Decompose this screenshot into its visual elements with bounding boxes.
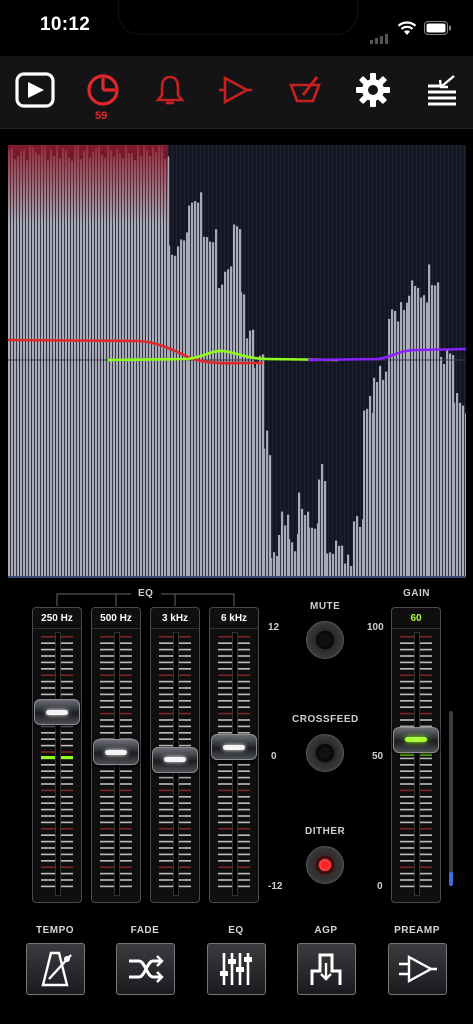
eq-bracket (56, 593, 235, 606)
metronome-icon (40, 951, 72, 987)
mute-label: MUTE (310, 601, 341, 612)
spectrum-analyzer (8, 145, 466, 578)
settings-button[interactable] (351, 68, 395, 112)
output-icon (219, 75, 252, 105)
notch (118, 0, 358, 35)
effects-button[interactable] (283, 68, 327, 112)
output-button[interactable] (213, 68, 257, 112)
crossfade-icon (128, 955, 164, 983)
gain-knob[interactable] (393, 726, 439, 753)
gain-fader[interactable]: 60 (391, 607, 441, 903)
queue-button[interactable] (419, 68, 463, 112)
eq-curve (307, 347, 466, 362)
eq-band-label: 6 kHz (210, 608, 258, 629)
gain-scale-top: 100 (367, 622, 384, 633)
mute-led (319, 634, 331, 646)
eq-rail (55, 632, 61, 896)
queue-icon (428, 75, 456, 106)
crossfeed-label: CROSSFEED (292, 714, 359, 725)
eq-knob[interactable] (152, 746, 198, 773)
eq-rail (232, 632, 238, 896)
gain-scale-mid: 50 (372, 751, 384, 762)
eq-knob[interactable] (211, 734, 257, 761)
timer-badge: 59 (95, 110, 108, 122)
gain-value: 60 (392, 608, 440, 629)
dither-label: DITHER (305, 826, 346, 837)
fade-button[interactable] (116, 943, 175, 995)
preamp-button[interactable] (388, 943, 447, 995)
bottom-label-fade: FADE (130, 925, 160, 936)
bell-icon (155, 75, 185, 105)
status-time: 10:12 (40, 14, 91, 35)
sleep-timer-button[interactable] (81, 68, 125, 112)
eq-fader-1[interactable]: 250 Hz (32, 607, 82, 903)
eq-button[interactable] (207, 943, 266, 995)
eq-fader-2[interactable]: 500 Hz (91, 607, 141, 903)
signal-icon (370, 31, 392, 49)
gain-rail (414, 632, 420, 896)
spectrum-plot (8, 145, 466, 576)
equalizer-icon (219, 953, 252, 985)
bottom-label-eq: EQ (228, 925, 244, 936)
preamp-icon (398, 954, 437, 984)
dither-led (319, 859, 331, 871)
eq-band-label: 3 kHz (151, 608, 199, 629)
tempo-button[interactable] (26, 943, 85, 995)
mute-button[interactable] (306, 621, 344, 659)
gain-scale-bottom: 0 (377, 881, 383, 892)
effects-icon (289, 76, 321, 103)
gain-label: GAIN (403, 588, 430, 599)
level-meter (449, 711, 453, 886)
alarm-button[interactable] (148, 68, 192, 112)
bottom-label-agp: AGP (314, 925, 338, 936)
eq-scale-mid: 0 (271, 751, 277, 762)
eq-knob[interactable] (93, 739, 139, 766)
timer-icon (87, 74, 119, 106)
crossfeed-led (319, 747, 331, 759)
dither-button[interactable] (306, 846, 344, 884)
bottom-label-preamp: PREAMP (394, 925, 440, 936)
bottom-label-tempo: TEMPO (35, 925, 75, 936)
agp-button[interactable] (297, 943, 356, 995)
battery-icon (424, 21, 452, 40)
wifi-icon (397, 20, 417, 41)
eq-band-label: 250 Hz (33, 608, 81, 629)
level-meter-fill (449, 872, 453, 886)
crossfeed-button[interactable] (306, 734, 344, 772)
play-button[interactable] (13, 68, 57, 112)
top-toolbar (0, 56, 473, 129)
agp-icon (310, 953, 341, 985)
eq-scale-top: 12 (268, 622, 280, 633)
eq-fader-3[interactable]: 3 kHz (150, 607, 200, 903)
eq-scale-bottom: -12 (268, 881, 283, 892)
gear-icon (356, 73, 390, 107)
play-icon (15, 72, 55, 108)
eq-knob[interactable] (34, 699, 80, 726)
eq-band-label: 500 Hz (92, 608, 140, 629)
eq-fader-4[interactable]: 6 kHz (209, 607, 259, 903)
